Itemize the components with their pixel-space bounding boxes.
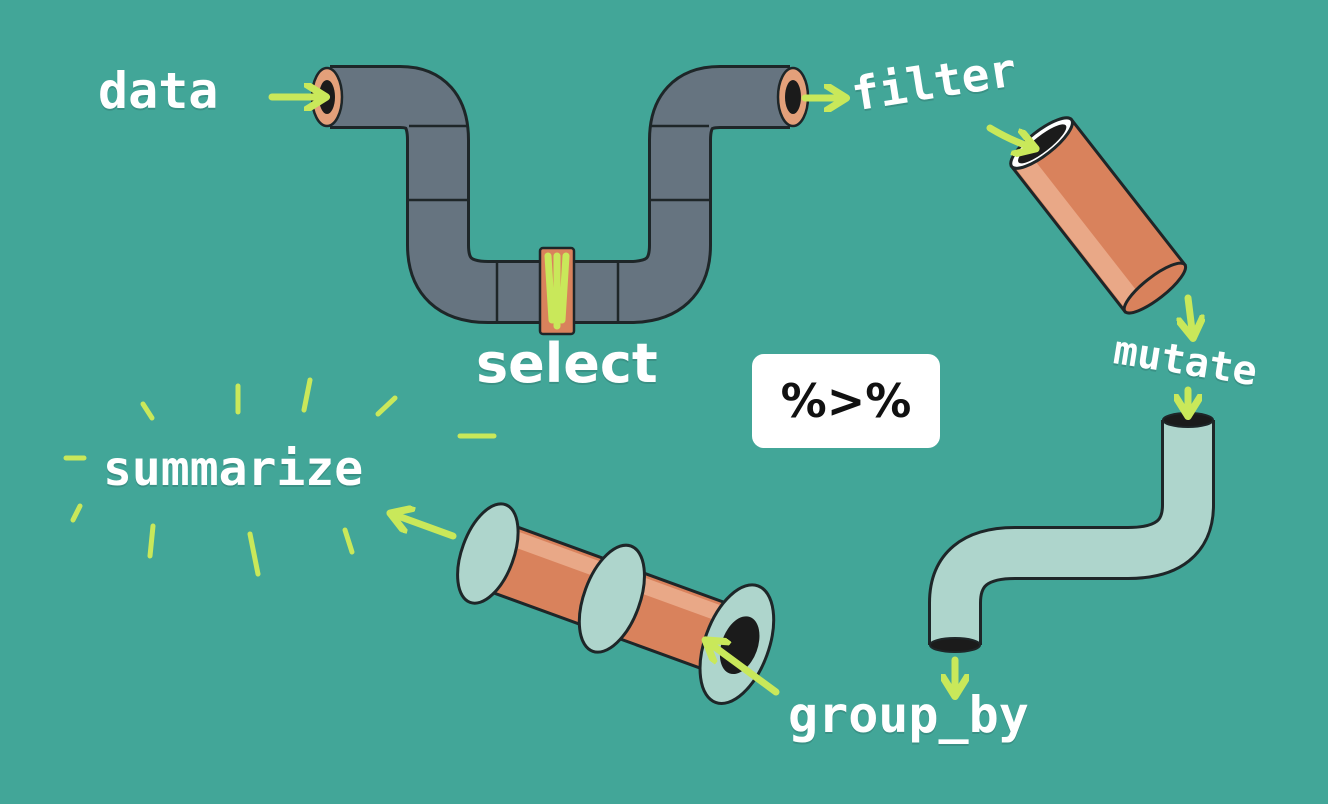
orange-diagonal-tube xyxy=(1009,116,1188,315)
pipes-illustration xyxy=(63,65,1215,705)
pipe-operator-badge: %>% xyxy=(752,354,940,448)
pipeline-diagram: data filter mutate group_by summarize se… xyxy=(0,0,1328,804)
label-group-by: group_by xyxy=(788,686,1029,744)
flanged-tube xyxy=(456,502,776,705)
label-data: data xyxy=(98,62,219,120)
label-summarize: summarize xyxy=(103,441,364,497)
pipe-operator-text: %>% xyxy=(780,374,912,428)
label-select: select xyxy=(476,332,658,395)
mint-s-pipe xyxy=(928,412,1215,653)
